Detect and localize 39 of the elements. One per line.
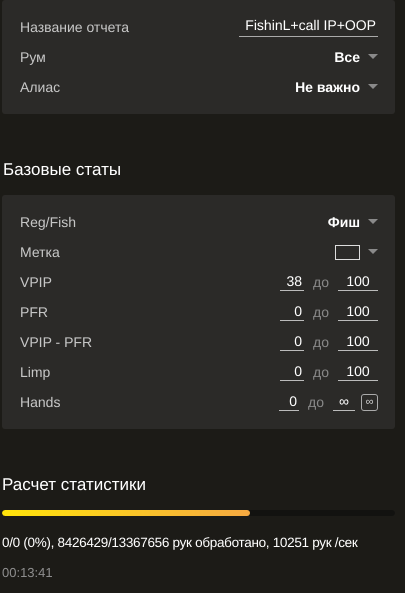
- min-field[interactable]: 0: [279, 393, 300, 411]
- field-label: Hands: [20, 394, 60, 410]
- field-label: Рум: [20, 49, 46, 65]
- min-field[interactable]: 0: [280, 363, 304, 381]
- min-field[interactable]: 38: [280, 273, 304, 291]
- color-swatch[interactable]: [335, 244, 360, 260]
- max-field[interactable]: 100: [338, 363, 378, 381]
- field-label: VPIP: [20, 274, 52, 290]
- max-field[interactable]: 100: [338, 333, 378, 351]
- field-label: VPIP - PFR: [20, 334, 92, 350]
- infinity-toggle[interactable]: ∞: [361, 394, 378, 410]
- progress-status: 0/0 (0%), 8426429/13367656 рук обработано, 10251 рук /сек: [2, 535, 359, 550]
- field-label: Название отчета: [20, 19, 129, 35]
- field-label: PFR: [20, 304, 48, 320]
- caret-icon: [368, 249, 378, 255]
- dropdown-value[interactable]: Не важно: [295, 79, 360, 95]
- range-separator: до: [313, 364, 329, 380]
- caret-icon: [368, 54, 378, 60]
- min-field[interactable]: 0: [280, 333, 304, 351]
- field-label: Метка: [20, 244, 60, 260]
- min-field[interactable]: 0: [280, 303, 304, 321]
- dropdown-value[interactable]: Фиш: [328, 214, 360, 230]
- max-field[interactable]: 100: [338, 303, 378, 321]
- caret-icon: [368, 219, 378, 225]
- caret-icon: [368, 84, 378, 90]
- section-title: Расчет статистики: [2, 475, 147, 495]
- max-field[interactable]: ∞: [333, 393, 355, 411]
- section-title: Базовые статы: [3, 160, 122, 179]
- dropdown-value[interactable]: Все: [334, 49, 360, 65]
- report-name-field[interactable]: FishinL+call IP+OOP: [239, 17, 378, 37]
- field-label: Алиас: [20, 79, 60, 95]
- field-label: Reg/Fish: [20, 214, 76, 230]
- range-separator: до: [313, 304, 329, 320]
- range-separator: до: [313, 274, 329, 290]
- field-label: Limp: [20, 364, 50, 380]
- elapsed-time: 00:13:41: [2, 565, 54, 580]
- range-separator: до: [313, 334, 329, 350]
- max-field[interactable]: 100: [338, 273, 378, 291]
- range-separator: до: [308, 394, 324, 410]
